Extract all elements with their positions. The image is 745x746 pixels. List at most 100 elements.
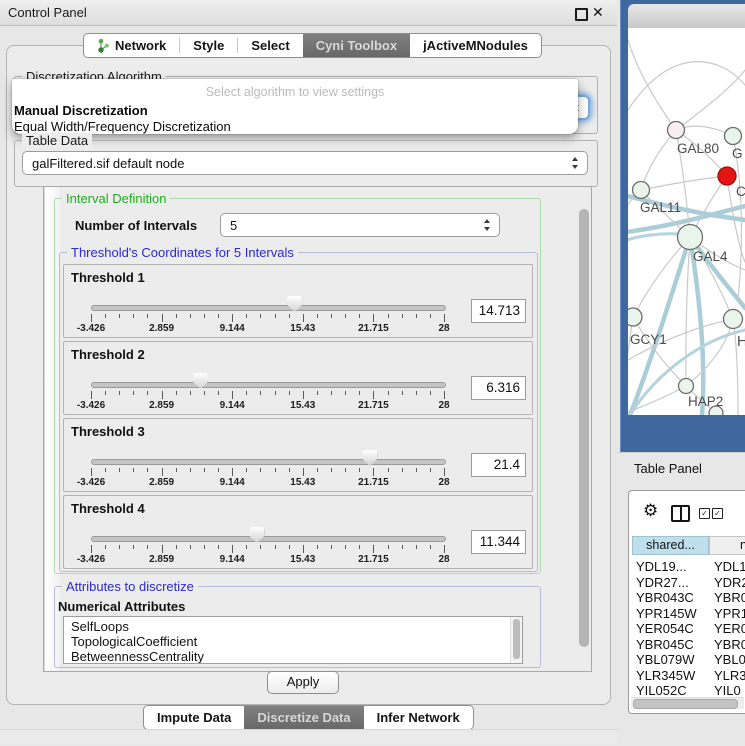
threshold-slider-track[interactable] [91, 459, 446, 465]
threshold-value-field[interactable]: 21.4 [471, 453, 526, 477]
slider-tick [430, 545, 431, 549]
table-hscrollbar-thumb[interactable] [633, 699, 738, 709]
slider-tick [204, 314, 205, 318]
apply-button[interactable]: Apply [267, 671, 339, 694]
slider-tick [133, 468, 134, 472]
table-row[interactable]: YPR145WYPR1 [629, 606, 745, 622]
tab-cyni-toolbox[interactable]: Cyni Toolbox [303, 34, 410, 57]
slider-tick [232, 468, 233, 476]
slider-tick [218, 545, 219, 549]
node-gal4[interactable] [678, 225, 703, 250]
slider-tick [416, 391, 417, 395]
slider-tick [91, 468, 92, 476]
slider-tick [176, 468, 177, 472]
table-row[interactable]: YBL079WYBL0 [629, 652, 745, 668]
slider-tick [119, 391, 120, 395]
settings-scrollbar-thumb[interactable] [579, 209, 589, 647]
threshold-slider-track[interactable] [91, 536, 446, 542]
checkbox-icon[interactable]: ✓ [699, 508, 710, 519]
table-row[interactable]: YDL19...YDL1 [629, 559, 745, 575]
slider-tick-label: 28 [421, 323, 467, 334]
table-row[interactable]: YBR045CYBR0 [629, 637, 745, 653]
slider-tick [444, 545, 445, 553]
control-panel-titlebar [0, 0, 617, 26]
slider-tick-label: 2.859 [139, 477, 185, 488]
node-label: GAL11 [640, 200, 681, 215]
cell-shared-name: YBL079W [636, 652, 695, 667]
attributes-list-scrollbar[interactable] [510, 617, 522, 663]
slider-tick [402, 314, 403, 318]
slider-tick [105, 545, 106, 549]
node-h[interactable] [724, 310, 743, 329]
slider-tick [359, 391, 360, 395]
tab-impute-data[interactable]: Impute Data [144, 706, 244, 729]
slider-tick [359, 314, 360, 318]
network-canvas[interactable]: GAL80 G C GAL11 GAL4 GCY1 H HAP2 [628, 28, 745, 415]
table-data-group-title: Table Data [22, 133, 92, 148]
node-red-selected[interactable] [718, 167, 736, 185]
threshold-label: Threshold 1 [71, 270, 145, 285]
threshold-value-field[interactable]: 11.344 [471, 530, 526, 554]
threshold-value-field[interactable]: 6.316 [471, 376, 526, 400]
tab-discretize-data[interactable]: Discretize Data [244, 706, 363, 729]
threshold-value-field[interactable]: 14.713 [471, 299, 526, 323]
cell-name: YDR2 [714, 575, 745, 590]
slider-tick-label: 2.859 [139, 400, 185, 411]
table-data-combobox[interactable]: galFiltered.sif default node [22, 151, 588, 175]
slider-tick [373, 314, 374, 322]
slider-tick [275, 314, 276, 318]
table-row[interactable]: YBR043CYBR0 [629, 590, 745, 606]
slider-tick [416, 314, 417, 318]
algorithm-dropdown-popup: Select algorithm to view settings Manual… [12, 79, 578, 134]
num-intervals-combobox[interactable]: 5 [220, 213, 500, 237]
combo-arrows-icon [484, 219, 491, 231]
slider-tick [416, 468, 417, 472]
dropdown-option-equal-width[interactable]: Equal Width/Frequency Discretization [14, 119, 231, 134]
slider-tick [147, 314, 148, 318]
slider-tick [416, 545, 417, 549]
float-window-icon[interactable] [575, 8, 588, 21]
network-window-titlebar[interactable] [628, 4, 745, 29]
combo-arrows-icon [572, 157, 579, 169]
tab-infer-network[interactable]: Infer Network [364, 706, 473, 729]
attribute-list-item[interactable]: TopologicalCoefficient [71, 634, 197, 649]
node-gal80[interactable] [668, 122, 685, 139]
attribute-list-item[interactable]: SelfLoops [71, 619, 129, 634]
tab-style[interactable]: Style [180, 34, 237, 57]
close-icon[interactable]: ✕ [592, 4, 604, 21]
cell-name: YLR3 [714, 668, 745, 683]
cell-shared-name: YLR345W [636, 668, 695, 683]
table-row[interactable]: YDR27...YDR2 [629, 575, 745, 591]
slider-tick [388, 468, 389, 472]
table-row[interactable]: YLR345W YLR3 [629, 668, 745, 684]
cell-name: YBR0 [714, 637, 745, 652]
node-g[interactable] [725, 128, 742, 145]
table-row[interactable]: YER054CYER0 [629, 621, 745, 637]
tab-select[interactable]: Select [238, 34, 302, 57]
node-gal11[interactable] [633, 182, 650, 199]
node-gcy1[interactable] [628, 308, 642, 326]
tab-network[interactable]: Network [84, 34, 179, 57]
threshold-slider-track[interactable] [91, 382, 446, 388]
numerical-attributes-list[interactable]: SelfLoopsTopologicalCoefficientBetweenne… [63, 616, 523, 664]
column-header-shared-name[interactable]: shared... [632, 536, 709, 555]
show-columns-checkboxes[interactable]: ✓ ✓ [699, 508, 723, 519]
threshold-slider-track[interactable] [91, 305, 446, 311]
gear-icon[interactable]: ⚙ [643, 502, 658, 519]
slider-tick-label: 28 [421, 477, 467, 488]
checkbox-icon[interactable]: ✓ [712, 508, 723, 519]
node-hap2[interactable] [679, 379, 694, 394]
slider-tick [246, 314, 247, 318]
tab-jactivemnodules[interactable]: jActiveMNodules [410, 34, 541, 57]
slider-tick [430, 391, 431, 395]
table-panel-title: Table Panel [634, 461, 702, 476]
column-selector-icon[interactable] [671, 505, 690, 522]
slider-tick [317, 391, 318, 395]
slider-tick [119, 314, 120, 318]
table-hscrollbar-track[interactable] [631, 697, 744, 709]
column-header-name[interactable]: na [709, 536, 745, 555]
slider-tick [373, 545, 374, 553]
dropdown-option-manual[interactable]: Manual Discretization [14, 103, 148, 118]
node-label: HAP2 [688, 394, 723, 409]
attribute-list-item[interactable]: BetweennessCentrality [71, 649, 204, 664]
